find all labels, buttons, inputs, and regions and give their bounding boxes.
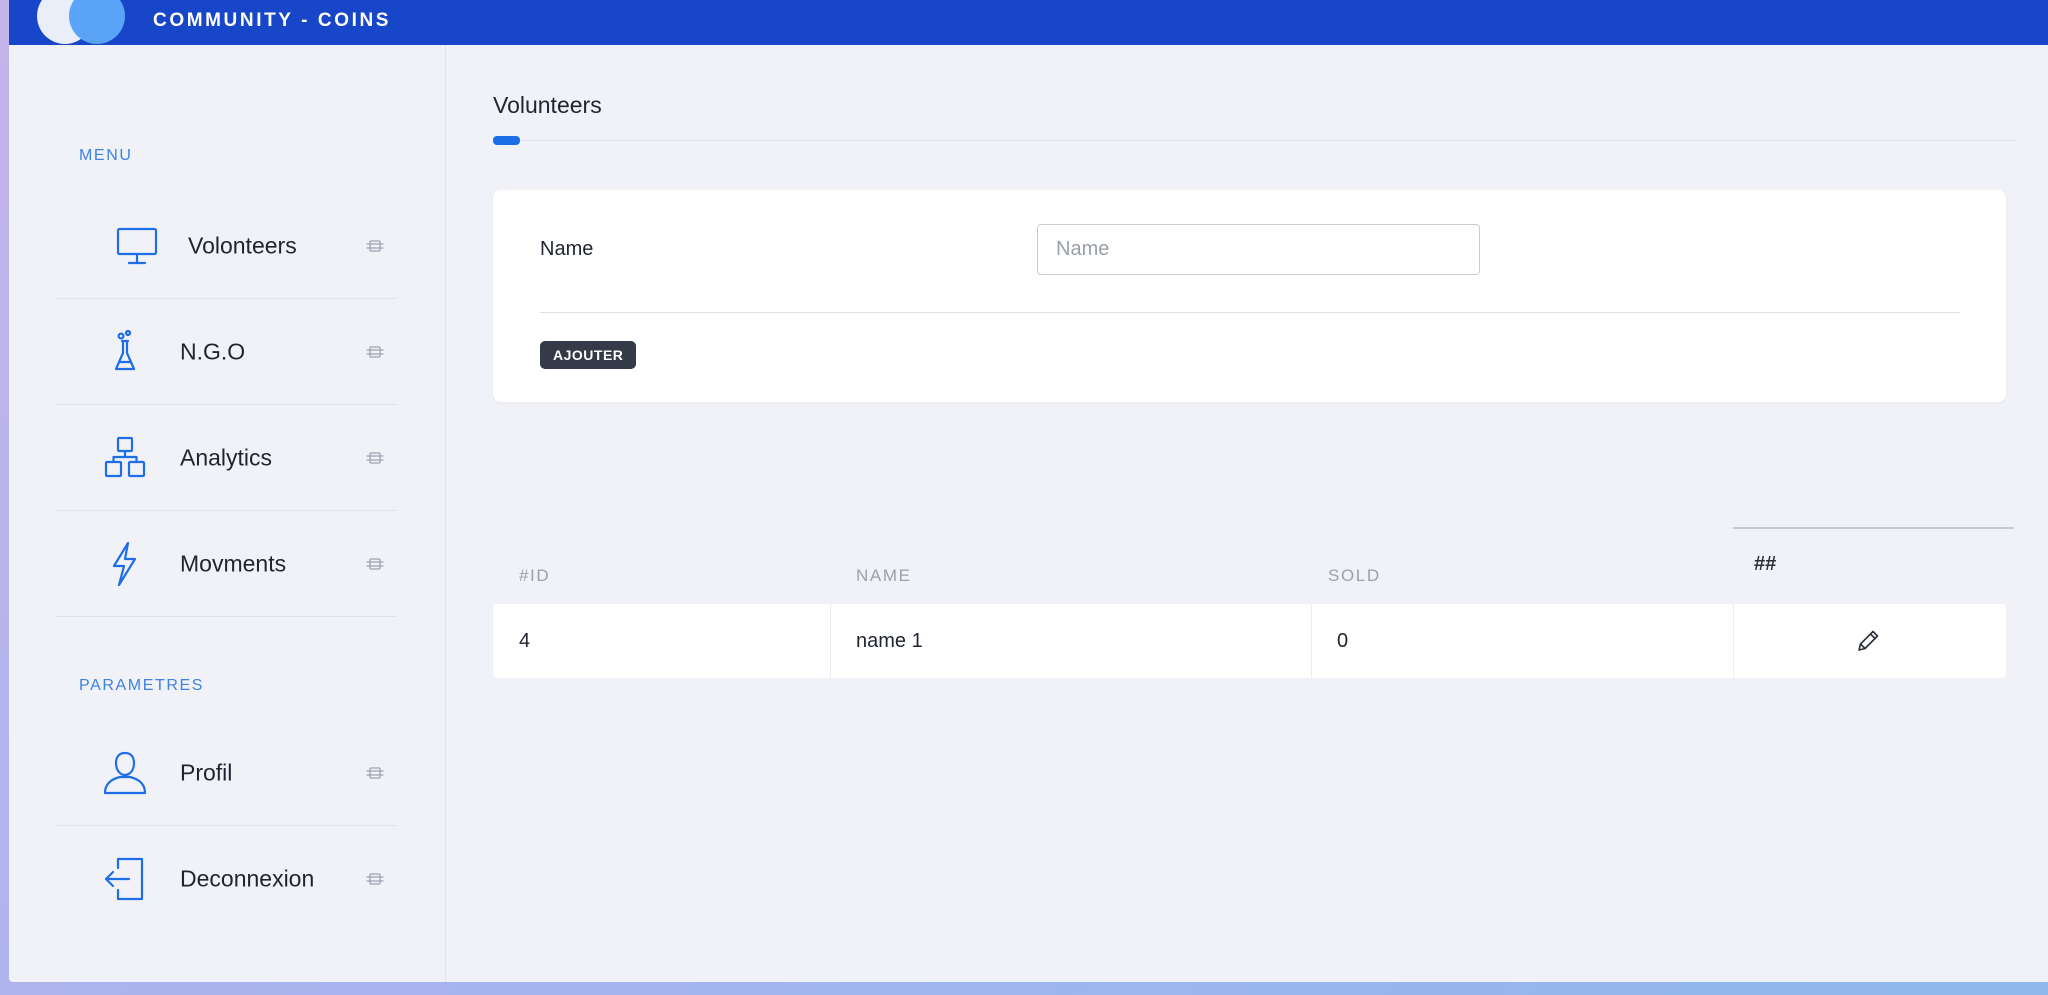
name-label: Name	[540, 238, 594, 260]
table-row: 4 name 1 0	[493, 604, 2006, 678]
pin-icon[interactable]	[366, 557, 384, 571]
add-volunteer-form: Name AJOUTER	[493, 190, 2006, 402]
app-title: COMMUNITY - COINS	[153, 10, 392, 31]
form-divider	[540, 312, 1960, 313]
hierarchy-icon	[102, 435, 148, 481]
params-section-label: PARAMETRES	[79, 677, 205, 694]
monitor-icon	[114, 223, 160, 269]
title-accent-bar	[493, 136, 520, 145]
cell-divider	[830, 604, 831, 678]
sidebar: MENU Volonteers N.G.O Analytics Movments…	[9, 45, 446, 982]
pin-icon[interactable]	[366, 345, 384, 359]
top-bar: COMMUNITY - COINS	[9, 0, 2048, 45]
sidebar-item-deconnexion[interactable]: Deconnexion	[56, 826, 397, 932]
edit-pencil-icon[interactable]	[1855, 628, 1881, 654]
column-header-name: NAME	[856, 566, 912, 585]
sidebar-item-label: Deconnexion	[180, 865, 315, 892]
column-header-sold: SOLD	[1328, 566, 1381, 585]
cell-divider	[1311, 604, 1312, 678]
cell-sold: 0	[1337, 630, 1349, 652]
cell-divider	[1733, 604, 1734, 678]
sidebar-item-label: Volonteers	[188, 232, 297, 259]
title-divider	[493, 140, 2015, 141]
add-button[interactable]: AJOUTER	[540, 341, 637, 369]
sidebar-item-profil[interactable]: Profil	[56, 720, 397, 826]
column-header-id: #ID	[519, 566, 551, 585]
actions-header-rule	[1733, 527, 2014, 529]
page-title: Volunteers	[493, 92, 602, 118]
pin-icon[interactable]	[366, 239, 384, 253]
menu-section-label: MENU	[79, 147, 133, 164]
sidebar-item-ngo[interactable]: N.G.O	[56, 299, 397, 405]
sidebar-item-label: Analytics	[180, 444, 273, 471]
sidebar-item-volonteers[interactable]: Volonteers	[56, 193, 397, 299]
cell-id: 4	[519, 630, 531, 652]
column-header-actions: ##	[1754, 553, 1777, 575]
sidebar-item-label: Movments	[180, 550, 287, 577]
sidebar-item-movments[interactable]: Movments	[56, 511, 397, 617]
sidebar-item-analytics[interactable]: Analytics	[56, 405, 397, 511]
user-icon	[102, 750, 148, 796]
flask-icon	[102, 329, 148, 375]
logout-icon	[102, 856, 148, 902]
name-input[interactable]	[1037, 224, 1480, 275]
pin-icon[interactable]	[366, 451, 384, 465]
cell-name: name 1	[856, 630, 923, 652]
lightning-icon	[102, 541, 148, 587]
pin-icon[interactable]	[366, 872, 384, 886]
sidebar-item-label: N.G.O	[180, 338, 246, 365]
app-logo[interactable]	[37, 0, 137, 44]
app-window: COMMUNITY - COINS MENU Volonteers N.G.O …	[9, 0, 2048, 982]
sidebar-item-label: Profil	[180, 759, 233, 786]
pin-icon[interactable]	[366, 766, 384, 780]
